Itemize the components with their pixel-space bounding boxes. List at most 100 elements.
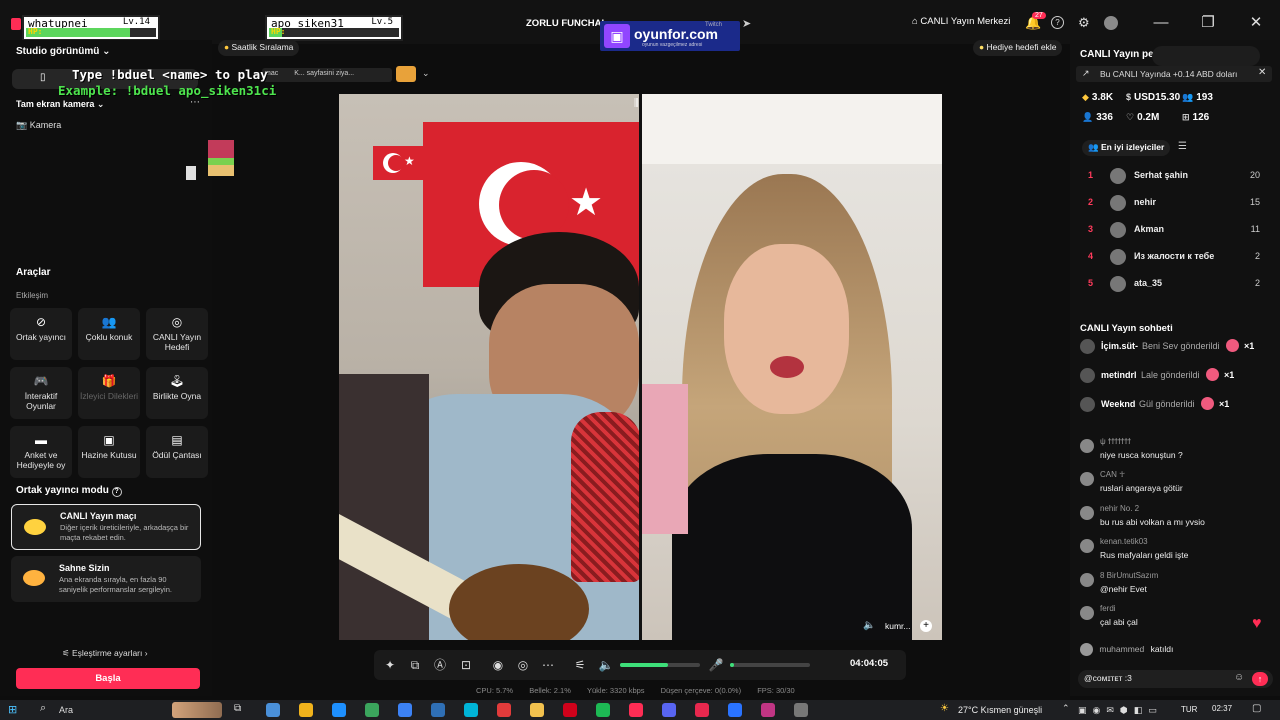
stat-fps: FPS: 30/30 [757,686,795,695]
avatar [1110,276,1126,292]
chat-username[interactable]: CAN ☥ [1100,470,1125,479]
taskbar-app-icon[interactable] [563,703,577,717]
taskbar-app-icon[interactable] [794,703,808,717]
match-settings-link[interactable]: ⚟ Eşleştirme ayarları › [62,648,148,659]
clock-time[interactable]: 02:37 [1212,704,1232,713]
taskbar-app-icon[interactable] [629,703,643,717]
live-center-link[interactable]: ⌂ CANLI Yayın Merkezi [912,16,1010,27]
taskbar-app-icon[interactable] [266,703,280,717]
tool-game-controller[interactable]: 🎮 İnteraktif Oyunlar [10,367,72,419]
speaker-icon[interactable]: 🔈 [598,657,614,673]
taskbar-app-icon[interactable] [530,703,544,717]
close-button[interactable]: ✕ [1241,12,1271,34]
taskbar-widget-image[interactable] [172,702,222,718]
emoji-icon[interactable]: ☺ [1234,672,1244,683]
help-icon[interactable]: ? [1051,16,1064,29]
ranking-row[interactable]: 3 Akman 11 [1080,220,1270,240]
taskbar-app-icon[interactable] [464,703,478,717]
taskbar-app-icon[interactable] [398,703,412,717]
studio-view-dropdown[interactable]: Studio görünümü ⌄ [16,46,111,57]
tool-multi-guest[interactable]: 👥 Çoklu konuk [78,308,140,360]
weather-icon[interactable]: ☀ [940,703,949,714]
ranking-row[interactable]: 2 nehir 15 [1080,193,1270,213]
fullscreen-camera-label[interactable]: Tam ekran kamera ⌄ [16,99,104,110]
add-gift-goal-chip[interactable]: ● Hediye hedefi ekle [973,40,1063,56]
taskbar-app-icon[interactable] [431,703,445,717]
split-handle-icon[interactable]: ⫼ [634,98,639,109]
taskbar-app-icon[interactable] [662,703,676,717]
camera-source[interactable]: 📷 Kamera [16,120,61,131]
profile-avatar[interactable] [1104,16,1118,30]
record-icon[interactable]: ◉ [490,657,506,673]
tool-play-together[interactable]: 🕹 Birlikte Oyna [146,367,208,419]
gift-count: ×1 [1224,370,1235,380]
tray-chevron-icon[interactable]: ⌃ [1062,703,1070,714]
chat-username[interactable]: nehir No. 2 [1100,504,1139,513]
tool-live-goal[interactable]: ◎ CANLI Yayın Hedefi [146,308,208,360]
taskbar-app-icon[interactable] [365,703,379,717]
taskbar-app-icon[interactable] [761,703,775,717]
guest-name-tag[interactable]: kumr... [885,621,911,631]
close-banner-icon[interactable]: ✕ [1258,67,1266,78]
taskbar-app-icon[interactable] [728,703,742,717]
chat-username[interactable]: ψ ϯϯϯϯϯϯϯ [1100,437,1131,446]
minimize-button[interactable]: — [1146,12,1176,34]
mic-slider[interactable] [730,663,810,667]
forward-arrow-icon[interactable]: ➤ [742,17,751,30]
info-icon[interactable]: ? [111,487,122,497]
maximize-button[interactable]: ❐ [1193,12,1223,34]
tool-label: Ortak yayıncı [15,331,67,342]
taskbar-app-icon[interactable] [299,703,313,717]
sliders-icon[interactable]: ⚟ [572,657,588,673]
chat-username[interactable]: ferdi [1100,604,1116,613]
taskbar-search-label[interactable]: Ara [59,705,73,715]
settings-gear-icon[interactable]: ⚙ [1078,15,1090,31]
more-horizontal-icon[interactable]: ⋯ [540,657,556,673]
add-guest-icon[interactable]: + [920,620,932,632]
tool-treasure-box[interactable]: ▣ Hazine Kutusu [78,426,140,478]
notification-center-icon[interactable]: ▢ [1252,703,1261,714]
screen-share-icon[interactable]: ⊡ [458,657,474,673]
tool-reward-bag[interactable]: ▤ Ödül Çantası [146,426,208,478]
instruction-text: Type !bduel <name> to play [72,67,268,82]
tool-poll[interactable]: ▬ Anket ve Hediyeyle oy [10,426,72,478]
top-viewers-tab[interactable]: 👥 En iyi izleyiciler [1082,140,1171,156]
bulb-icon: ● [979,42,987,52]
language-indicator[interactable]: TUR [1181,705,1197,714]
volume-icon[interactable]: 🔈 [863,620,875,631]
ranking-row[interactable]: 4 Из жалости к тебе 2 [1080,247,1270,267]
microphone-icon[interactable]: 🎤 [708,657,724,673]
chat-input-value[interactable]: @cᴏᴍɪᴛᴇᴛ :3 [1084,673,1132,683]
ranking-row[interactable]: 5 ata_35 2 [1080,274,1270,294]
chat-username[interactable]: 8 BirUmutSazım [1100,571,1158,580]
hourly-ranking-chip[interactable]: ● Saatlik Sıralama [218,40,300,56]
sponsor-tagline: oyunun vazgeçilmez adresi [642,42,703,48]
list-icon[interactable]: ☰ [1178,141,1187,152]
windows-start-icon[interactable]: ⊞ [8,703,17,716]
chat-username[interactable]: kenan.tetik03 [1100,537,1148,546]
taskbar-app-icon[interactable] [332,703,346,717]
filter-icon[interactable]: ◎ [515,657,531,673]
volume-slider[interactable] [620,663,700,667]
weather-text[interactable]: 27°C Kısmen güneşli [958,705,1042,715]
taskbar-app-icon[interactable] [497,703,511,717]
stage-card[interactable]: Sahne Sizin Ana ekranda sırayla, en fazl… [11,556,201,602]
tool-link[interactable]: ⊘ Ortak yayıncı [10,308,72,360]
chat-input-box[interactable]: @cᴏᴍɪᴛᴇᴛ :3 ☺ ↑ [1078,670,1273,688]
live-match-card[interactable]: CANLI Yayın maçı Diğer içerik üreticiler… [11,504,201,550]
start-button[interactable]: Başla [16,668,200,689]
ai-icon[interactable]: Ⓐ [432,657,448,673]
taskbar-app-icon[interactable] [695,703,709,717]
overlay-chevron-icon[interactable]: ⌄ [422,68,430,79]
taskbar-search-icon[interactable]: ⌕ [40,702,46,715]
magic-wand-icon[interactable]: ✦ [382,657,398,673]
ranking-row[interactable]: 1 Serhat şahin 20 [1080,166,1270,186]
small-flag-moon-cut [388,155,404,171]
effects-icon[interactable]: ⧉ [407,657,423,673]
rank-user-name: Akman [1134,224,1165,234]
send-icon[interactable]: ↑ [1252,672,1268,686]
task-view-icon[interactable]: ⧉ [234,703,241,714]
chevron-right-icon: › [144,648,148,658]
taskbar-app-icon[interactable] [596,703,610,717]
more-options-icon[interactable]: ⋯ [190,97,200,108]
